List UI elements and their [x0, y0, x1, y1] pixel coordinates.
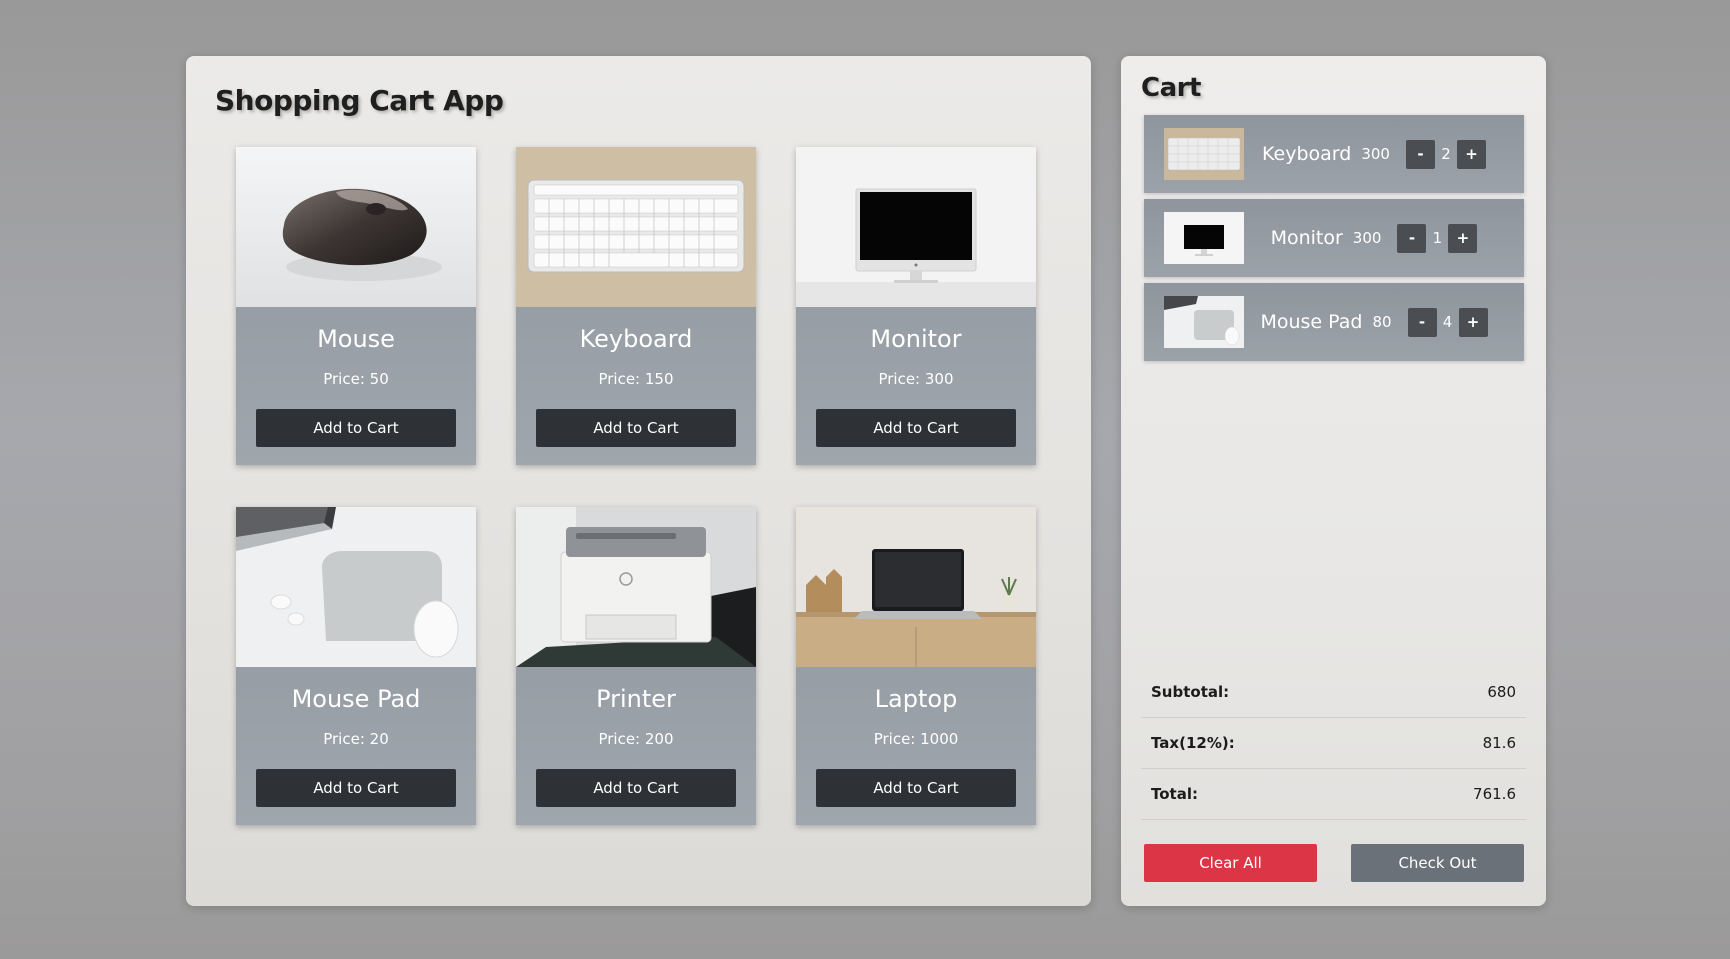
product-card-printer: Printer Price: 200 Add to Cart — [516, 507, 756, 825]
total-label: Total: — [1151, 785, 1198, 803]
tax-row: Tax(12%): 81.6 — [1141, 718, 1526, 769]
increase-quantity-button[interactable]: + — [1448, 223, 1478, 253]
cart-item-name: Monitor — [1270, 227, 1343, 249]
subtotal-label: Subtotal: — [1151, 683, 1230, 701]
mouse-pad-thumbnail — [1164, 296, 1244, 348]
cart-item-price: 80 — [1372, 313, 1392, 331]
product-price: Price: 150 — [598, 370, 674, 388]
cart-summary: Subtotal: 680 Tax(12%): 81.6 Total: 761.… — [1141, 667, 1526, 820]
product-name: Monitor — [870, 325, 962, 353]
quantity-value: 2 — [1441, 145, 1451, 163]
cart-item-info: Mouse Pad 80 - 4 + — [1244, 307, 1504, 337]
increase-quantity-button[interactable]: + — [1456, 139, 1486, 169]
quantity-value: 1 — [1432, 229, 1443, 247]
product-name: Mouse — [317, 325, 395, 353]
clear-all-button[interactable]: Clear All — [1144, 844, 1317, 882]
cart-item-name: Keyboard — [1262, 143, 1352, 165]
mouse-image — [236, 147, 476, 307]
total-value: 761.6 — [1473, 785, 1516, 803]
total-row: Total: 761.6 — [1141, 769, 1526, 820]
quantity-stepper: - 4 + — [1407, 307, 1488, 337]
mouse-pad-image — [236, 507, 476, 667]
product-grid: Mouse Price: 50 Add to Cart Keyboard Pri… — [236, 147, 1036, 825]
product-name: Laptop — [874, 685, 958, 713]
product-price: Price: 1000 — [873, 730, 959, 748]
cart-item-price: 300 — [1361, 145, 1390, 163]
add-to-cart-button[interactable]: Add to Cart — [256, 409, 456, 447]
add-to-cart-button[interactable]: Add to Cart — [536, 409, 736, 447]
cart-item-info: Keyboard 300 - 2 + — [1244, 139, 1504, 169]
quantity-stepper: - 1 + — [1397, 223, 1478, 253]
shop-panel: Shopping Cart App Mouse Price: 50 Add to… — [186, 56, 1091, 906]
subtotal-row: Subtotal: 680 — [1141, 667, 1526, 718]
product-card-monitor: Monitor Price: 300 Add to Cart — [796, 147, 1036, 465]
cart-item: Keyboard 300 - 2 + — [1144, 115, 1524, 193]
product-card-laptop: Laptop Price: 1000 Add to Cart — [796, 507, 1036, 825]
tax-label: Tax(12%): — [1151, 734, 1235, 752]
cart-item: Monitor 300 - 1 + — [1144, 199, 1524, 277]
product-name: Mouse Pad — [291, 685, 421, 713]
cart-item-name: Mouse Pad — [1260, 311, 1363, 333]
subtotal-value: 680 — [1487, 683, 1516, 701]
quantity-value: 4 — [1442, 313, 1453, 331]
keyboard-thumbnail — [1164, 128, 1244, 180]
printer-image — [516, 507, 756, 667]
product-price: Price: 20 — [323, 730, 389, 748]
product-price: Price: 200 — [598, 730, 674, 748]
cart-panel: Cart Keyboard 300 - 2 + Monitor 300 - 1 … — [1121, 56, 1546, 906]
add-to-cart-button[interactable]: Add to Cart — [816, 769, 1016, 807]
decrease-quantity-button[interactable]: - — [1405, 139, 1435, 169]
increase-quantity-button[interactable]: + — [1458, 307, 1488, 337]
cart-item-price: 300 — [1352, 229, 1382, 247]
decrease-quantity-button[interactable]: - — [1397, 223, 1427, 253]
add-to-cart-button[interactable]: Add to Cart — [256, 769, 456, 807]
cart-title: Cart — [1141, 73, 1201, 103]
keyboard-image — [516, 147, 756, 307]
add-to-cart-button[interactable]: Add to Cart — [816, 409, 1016, 447]
monitor-thumbnail — [1164, 212, 1244, 264]
product-card-mouse-pad: Mouse Pad Price: 20 Add to Cart — [236, 507, 476, 825]
cart-item-info: Monitor 300 - 1 + — [1244, 223, 1504, 253]
laptop-image — [796, 507, 1036, 667]
quantity-stepper: - 2 + — [1405, 139, 1486, 169]
tax-value: 81.6 — [1482, 734, 1516, 752]
product-card-keyboard: Keyboard Price: 150 Add to Cart — [516, 147, 756, 465]
add-to-cart-button[interactable]: Add to Cart — [536, 769, 736, 807]
check-out-button[interactable]: Check Out — [1351, 844, 1524, 882]
cart-item-list: Keyboard 300 - 2 + Monitor 300 - 1 + Mou… — [1144, 115, 1524, 367]
cart-item: Mouse Pad 80 - 4 + — [1144, 283, 1524, 361]
page-title: Shopping Cart App — [215, 84, 504, 117]
cart-actions: Clear All Check Out — [1144, 844, 1524, 882]
product-name: Keyboard — [579, 325, 693, 353]
decrease-quantity-button[interactable]: - — [1407, 307, 1437, 337]
monitor-image — [796, 147, 1036, 307]
product-price: Price: 50 — [323, 370, 389, 388]
product-card-mouse: Mouse Price: 50 Add to Cart — [236, 147, 476, 465]
product-name: Printer — [596, 685, 676, 713]
product-price: Price: 300 — [878, 370, 954, 388]
